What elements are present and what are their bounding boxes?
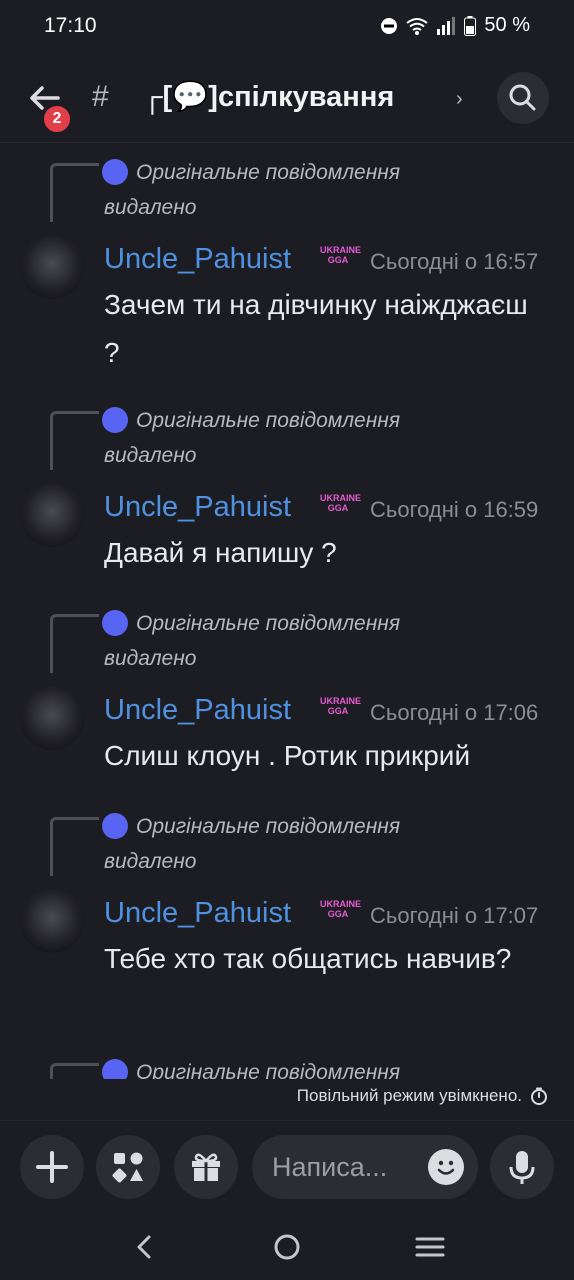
reply-preview[interactable]: Оригінальне повідомлення видалено — [104, 606, 484, 676]
signal-icon — [437, 16, 456, 35]
reply-preview[interactable]: Оригінальне повідомлення видалено — [104, 155, 484, 225]
battery-icon — [464, 15, 477, 36]
message-composer: Написа... — [0, 1120, 574, 1215]
username[interactable]: Uncle_Pahuist — [104, 491, 291, 524]
server-tag: UKRAINE GGA — [320, 899, 362, 919]
wifi-icon — [406, 17, 429, 35]
gift-button[interactable] — [174, 1135, 238, 1199]
voice-message-button[interactable] — [490, 1135, 554, 1199]
chevron-right-icon[interactable]: › — [456, 88, 463, 111]
avatar[interactable] — [20, 235, 84, 299]
timestamp: Сьогодні о 17:07 — [370, 903, 539, 928]
username[interactable]: Uncle_Pahuist — [104, 897, 291, 930]
status-time: 17:10 — [44, 14, 97, 37]
reply-preview[interactable]: Оригінальне повідомлення видалено — [104, 403, 484, 473]
message-text: Тебе хто так общатись навчив? — [104, 943, 512, 974]
username[interactable]: Uncle_Pahuist — [104, 243, 291, 276]
nav-home-icon[interactable] — [272, 1232, 302, 1262]
gift-icon — [192, 1153, 220, 1181]
search-icon — [509, 84, 536, 111]
username[interactable]: Uncle_Pahuist — [104, 694, 291, 727]
search-button[interactable] — [497, 72, 549, 124]
reply-preview[interactable]: Оригінальне повідомлення видалено — [104, 1055, 484, 1079]
channel-name[interactable]: ┌[💬]спілкування — [142, 80, 394, 114]
nav-back-icon[interactable] — [130, 1232, 160, 1262]
message-input-placeholder: Написа... — [272, 1152, 388, 1182]
server-tag: UKRAINE GGA — [320, 493, 362, 513]
message-text: Давай я напишу ? — [104, 537, 337, 568]
emoji-button[interactable] — [428, 1149, 464, 1185]
add-attachment-button[interactable] — [20, 1135, 84, 1199]
timer-icon — [531, 1087, 547, 1105]
message-list[interactable]: Оригінальне повідомлення видалено Uncle_… — [0, 143, 574, 1079]
server-tag: UKRAINE GGA — [320, 245, 362, 265]
battery-level: 50 % — [484, 14, 530, 36]
dnd-icon — [381, 17, 398, 34]
reply-connector — [50, 411, 99, 470]
status-icons: 50 % — [380, 14, 530, 37]
system-navigation-bar — [0, 1214, 574, 1280]
avatar[interactable] — [20, 483, 84, 547]
message-text: Зачем ти на дівчинку наіжджаєш ? — [104, 289, 528, 368]
unread-badge: 2 — [42, 104, 72, 134]
slow-mode-notice: Повільний режим увімкнено. — [297, 1086, 548, 1106]
channel-header: 2 # ┌[💬]спілкування › — [0, 54, 574, 143]
apps-button[interactable] — [96, 1135, 160, 1199]
avatar[interactable] — [20, 686, 84, 750]
status-bar: 17:10 50 % — [0, 0, 574, 54]
plus-icon — [36, 1151, 68, 1183]
timestamp: Сьогодні о 16:57 — [370, 249, 539, 274]
message-text: Слиш клоун . Ротик прикрий — [104, 740, 471, 771]
reply-preview[interactable]: Оригінальне повідомлення видалено — [104, 809, 484, 879]
hash-icon: # — [92, 80, 109, 113]
timestamp: Сьогодні о 17:06 — [370, 700, 539, 725]
microphone-icon — [509, 1151, 535, 1184]
message-input[interactable]: Написа... — [252, 1135, 478, 1199]
emoji-icon — [437, 1160, 455, 1175]
apps-icon — [112, 1152, 143, 1183]
reply-connector — [50, 817, 99, 876]
server-tag: UKRAINE GGA — [320, 696, 362, 716]
slow-mode-text: Повільний режим увімкнено. — [296, 1086, 522, 1105]
timestamp: Сьогодні о 16:59 — [370, 497, 539, 522]
reply-connector — [50, 1063, 99, 1079]
reply-connector — [50, 614, 99, 673]
nav-recents-icon[interactable] — [414, 1232, 446, 1262]
reply-connector — [50, 163, 99, 222]
avatar[interactable] — [20, 889, 84, 953]
